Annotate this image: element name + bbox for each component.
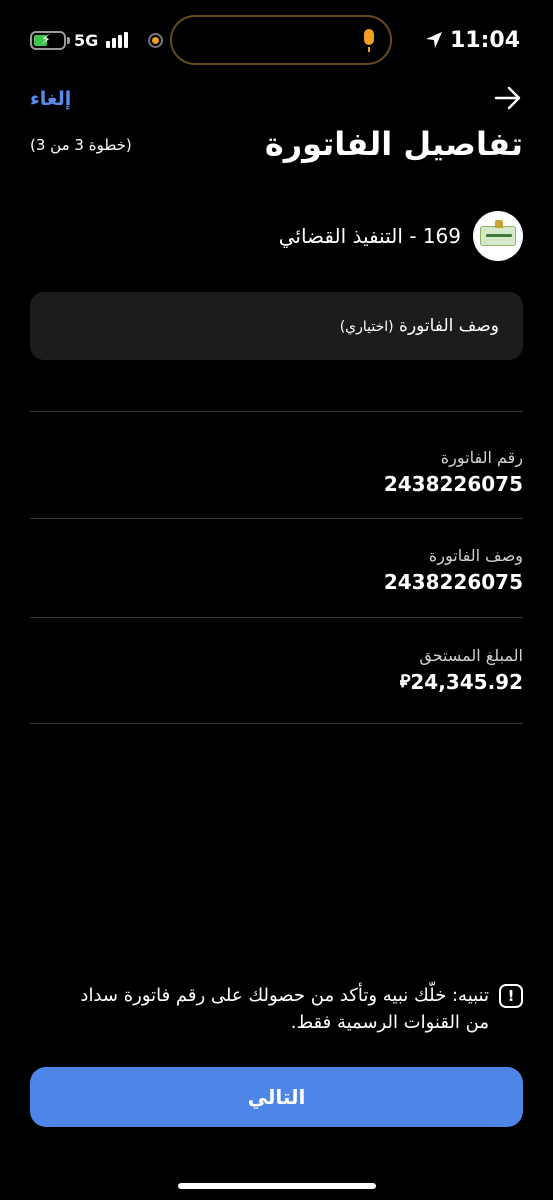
bill-number-value: 2438226075 (383, 472, 523, 496)
dynamic-island (170, 15, 392, 65)
cancel-button[interactable]: إلغاء (30, 86, 71, 112)
step-indicator: (خطوة 3 من 3) (30, 136, 132, 154)
biller-logo-icon (473, 211, 523, 261)
charging-bolt-icon: ⚡ (41, 32, 51, 48)
bill-description-detail-label: وصف الفاتورة (428, 546, 523, 565)
bill-description-input[interactable] (30, 292, 523, 360)
battery-cap (67, 37, 70, 44)
divider (30, 723, 523, 724)
recording-dot-icon (148, 33, 163, 48)
amount-due-label: المبلغ المستحق (419, 646, 523, 665)
warning-notice: ! تنبيه: خلّك نبيه وتأكد من حصولك على رق… (53, 982, 523, 1036)
status-time: 11:04 (450, 28, 521, 53)
location-arrow-icon (426, 32, 442, 48)
page-title: تفاصيل الفاتورة (264, 125, 523, 163)
network-type: 5G (74, 31, 99, 50)
next-button[interactable]: التالي (30, 1067, 523, 1127)
warning-text: تنبيه: خلّك نبيه وتأكد من حصولك على رقم … (80, 985, 489, 1033)
home-indicator[interactable] (178, 1183, 376, 1189)
battery-icon: ⚡ (30, 31, 66, 50)
biller-logo-emblem (480, 220, 516, 246)
biller-row: 169 - التنفيذ القضائي (279, 211, 523, 261)
bill-number-label: رقم الفاتورة (440, 448, 523, 467)
arrow-right-icon[interactable] (494, 86, 522, 110)
microphone-icon (364, 29, 374, 52)
divider (30, 518, 523, 519)
biller-name: 169 - التنفيذ القضائي (278, 224, 461, 248)
signal-bars-icon (106, 32, 132, 48)
riyal-currency-icon: ⃁ (399, 671, 411, 692)
exclamation-icon: ! (499, 984, 523, 1008)
divider (30, 411, 523, 412)
divider (30, 617, 523, 618)
bill-details-screen: ⚡ 5G 11:04 إلغاء (خطوة 3 من 3) تفاصيل ال… (0, 0, 553, 1200)
status-bar: ⚡ 5G 11:04 (0, 0, 553, 80)
amount-due-value: 24,345.92 (410, 670, 523, 694)
bill-description-detail-value: 2438226075 (383, 570, 523, 594)
amount-due-row: ⃁ 24,345.92 (394, 669, 523, 695)
